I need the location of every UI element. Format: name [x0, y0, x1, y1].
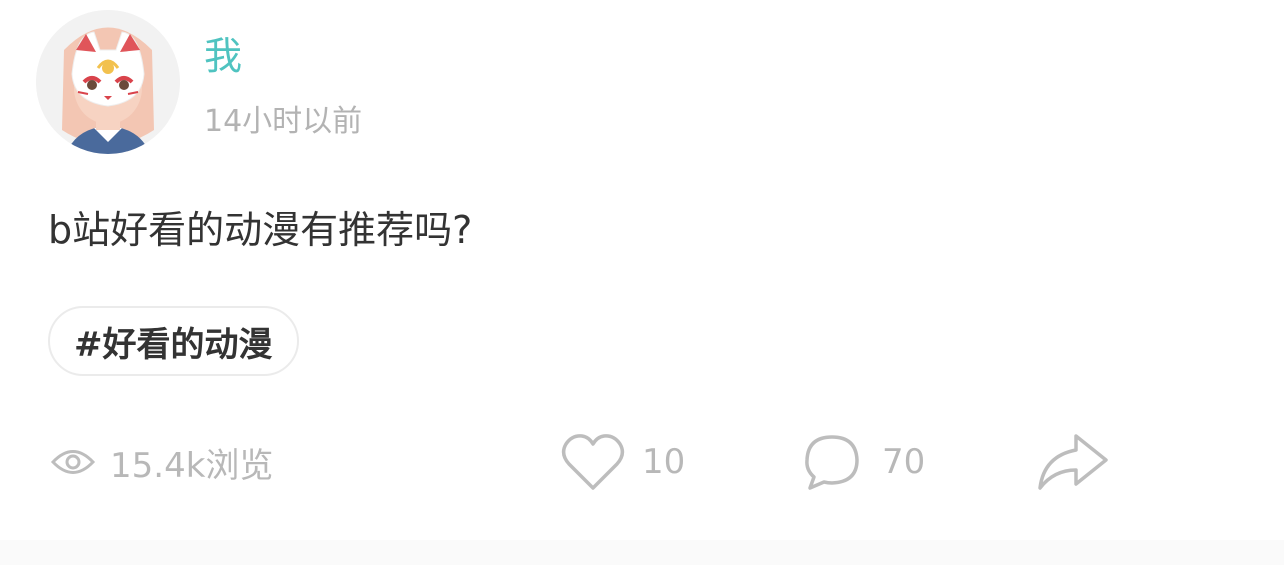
topic-tag[interactable]: #好看的动漫 [48, 306, 299, 376]
comment-bubble-icon [802, 432, 862, 492]
eye-icon [50, 447, 96, 477]
share-arrow-icon [1036, 432, 1110, 492]
views-count: 15.4k浏览 [50, 432, 273, 492]
post-card: 我 14小时以前 b站好看的动漫有推荐吗? #好看的动漫 15.4k浏览 10 … [0, 0, 1284, 540]
post-timestamp: 14小时以前 [204, 104, 363, 139]
bottom-divider [0, 540, 1284, 565]
post-content: b站好看的动漫有推荐吗? [48, 208, 473, 252]
heart-icon [560, 432, 626, 492]
like-button[interactable]: 10 [560, 432, 685, 492]
comments-count: 70 [882, 442, 926, 482]
share-button[interactable] [1036, 432, 1110, 492]
likes-count: 10 [642, 442, 686, 482]
comment-button[interactable]: 70 [802, 432, 925, 492]
author-name[interactable]: 我 [204, 30, 242, 82]
views-label: 15.4k浏览 [110, 445, 274, 486]
avatar[interactable] [36, 10, 180, 154]
fox-mask-avatar-image [36, 10, 180, 154]
